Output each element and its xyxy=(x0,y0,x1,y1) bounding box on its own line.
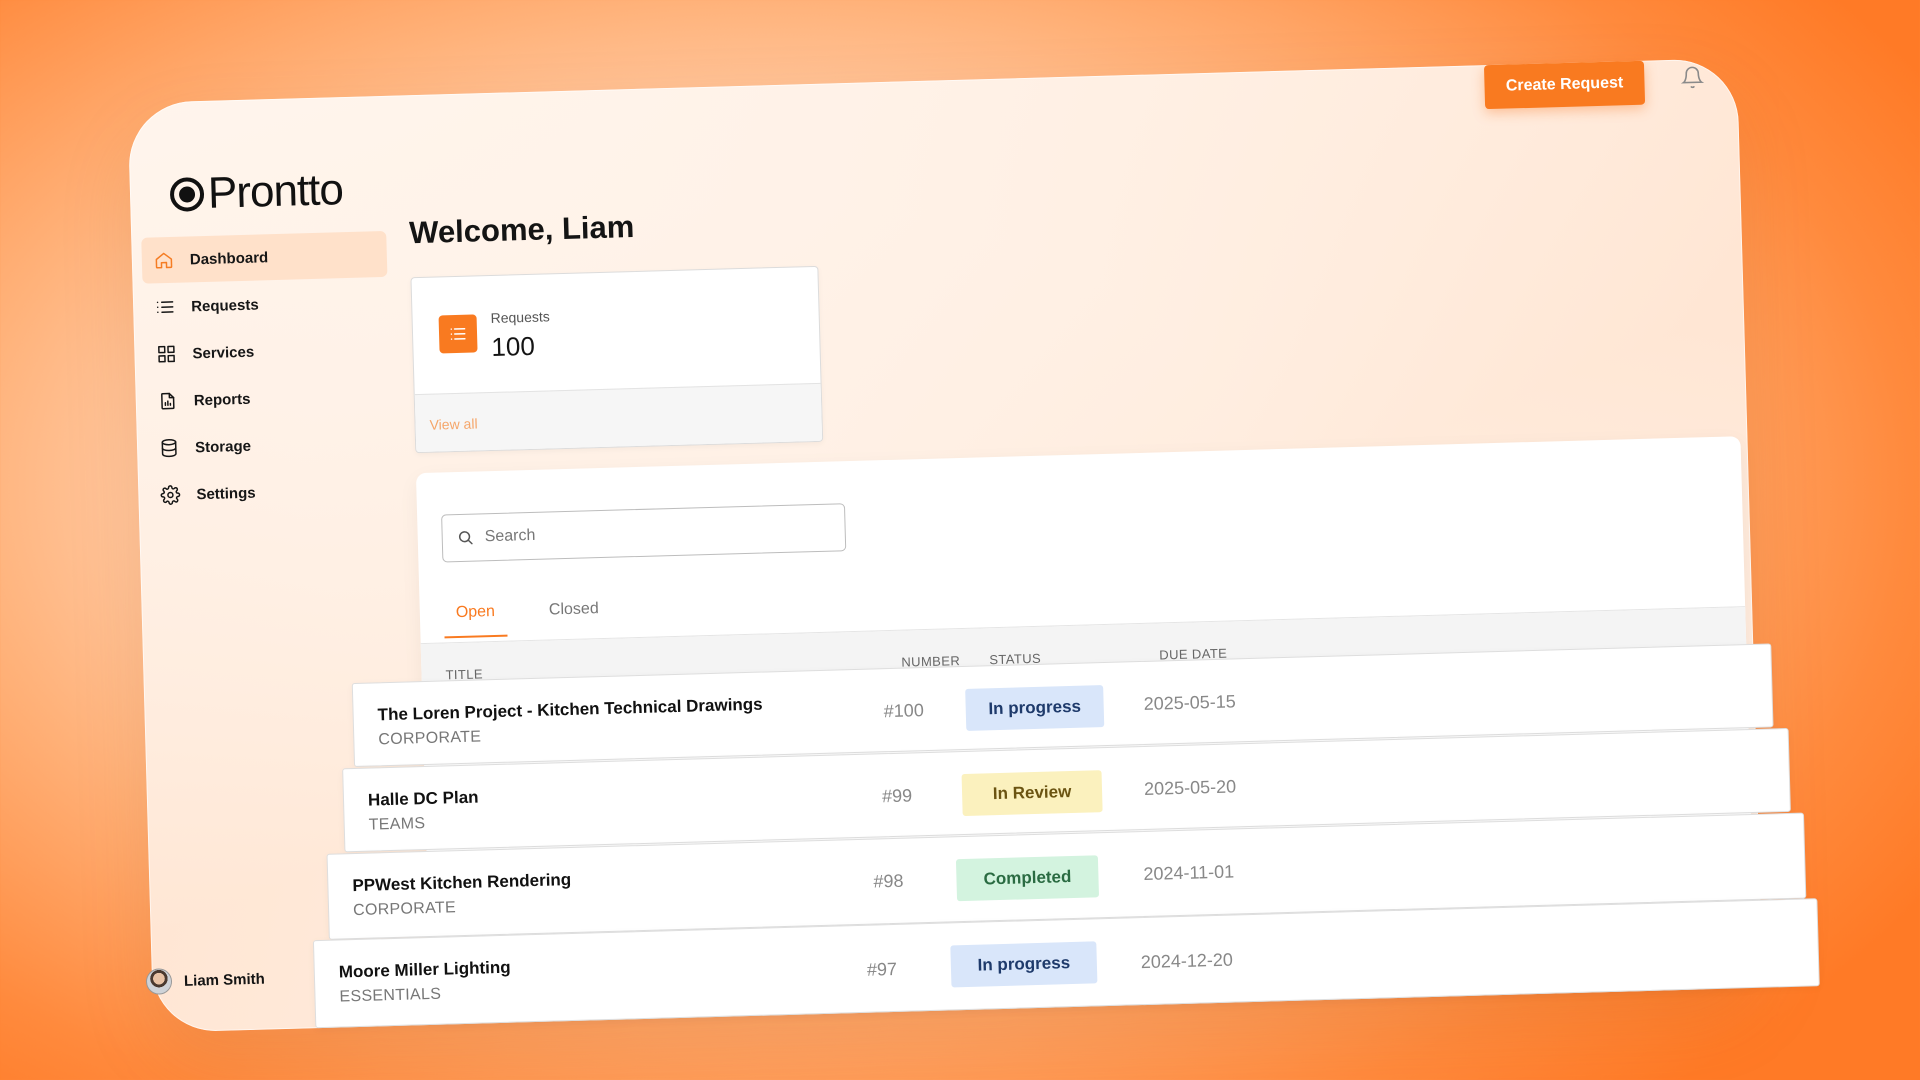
gear-icon xyxy=(158,483,183,508)
user-profile[interactable]: Liam Smith xyxy=(145,966,266,995)
avatar xyxy=(145,968,173,995)
tab-bar: Open Closed xyxy=(443,589,641,639)
sidebar-item-settings[interactable]: Settings xyxy=(148,466,394,519)
search-icon xyxy=(458,531,473,545)
row-due-date: 2025-05-20 xyxy=(1143,776,1237,799)
database-icon xyxy=(157,436,182,461)
list-icon xyxy=(153,295,178,320)
status-badge: In progress xyxy=(965,685,1105,731)
row-number: #100 xyxy=(883,700,925,722)
create-request-button[interactable]: Create Request xyxy=(1483,60,1646,110)
report-icon xyxy=(155,389,180,414)
sidebar-item-label: Requests xyxy=(190,295,259,315)
sidebar-item-requests[interactable]: Requests xyxy=(143,278,389,331)
row-title: Moore Miller Lighting xyxy=(338,957,511,982)
sidebar-item-label: Storage xyxy=(194,437,252,456)
view-all-link[interactable]: View all xyxy=(414,382,823,454)
search-input[interactable] xyxy=(484,519,805,547)
row-number: #97 xyxy=(866,958,898,980)
row-due-date: 2024-12-20 xyxy=(1140,949,1234,973)
list-icon xyxy=(438,314,478,354)
stat-label: Requests xyxy=(490,308,550,327)
brand-name: Prontto xyxy=(207,165,344,218)
tab-closed[interactable]: Closed xyxy=(536,590,611,636)
requests-stat-card: Requests 100 View all xyxy=(410,265,824,454)
row-number: #99 xyxy=(881,785,913,807)
status-badge: In progress xyxy=(950,941,1098,988)
row-number: #98 xyxy=(873,870,904,892)
page-title: Welcome, Liam xyxy=(408,208,635,251)
grid-icon xyxy=(154,342,179,367)
row-category: ESSENTIALS xyxy=(339,985,442,1006)
stat-card-body: Requests 100 xyxy=(411,267,820,394)
stat-value: 100 xyxy=(491,330,536,363)
logo-mark-icon xyxy=(169,176,205,212)
sidebar-item-label: Services xyxy=(192,343,255,362)
tilted-canvas: Prontto Dashboard Requests Services Repo… xyxy=(0,0,1920,1080)
tab-open[interactable]: Open xyxy=(443,592,508,639)
sidebar-item-storage[interactable]: Storage xyxy=(146,419,392,472)
status-badge: In Review xyxy=(961,770,1103,817)
screen: Prontto Dashboard Requests Services Repo… xyxy=(0,0,1920,1080)
row-category: CORPORATE xyxy=(352,899,457,920)
row-category: TEAMS xyxy=(368,815,426,834)
brand-logo[interactable]: Prontto xyxy=(169,165,344,220)
row-due-date: 2025-05-15 xyxy=(1143,691,1236,714)
row-due-date: 2024-11-01 xyxy=(1143,861,1235,885)
user-name: Liam Smith xyxy=(183,970,266,990)
search-box[interactable] xyxy=(441,503,847,563)
notification-bell-icon[interactable] xyxy=(1680,65,1707,92)
status-badge: Completed xyxy=(955,855,1100,902)
sidebar-item-services[interactable]: Services xyxy=(144,325,390,378)
sidebar-item-dashboard[interactable]: Dashboard xyxy=(141,230,388,284)
sidebar-item-label: Dashboard xyxy=(189,248,269,268)
sidebar: Dashboard Requests Services Reports Stor… xyxy=(141,230,394,520)
row-category: CORPORATE xyxy=(378,728,482,749)
row-title: The Loren Project - Kitchen Technical Dr… xyxy=(377,694,763,725)
row-title: PPWest Kitchen Rendering xyxy=(352,869,572,896)
sidebar-item-reports[interactable]: Reports xyxy=(145,372,391,425)
sidebar-item-label: Reports xyxy=(193,390,251,409)
row-title: Halle DC Plan xyxy=(367,787,479,810)
sidebar-item-label: Settings xyxy=(196,484,256,503)
home-icon xyxy=(152,248,177,273)
